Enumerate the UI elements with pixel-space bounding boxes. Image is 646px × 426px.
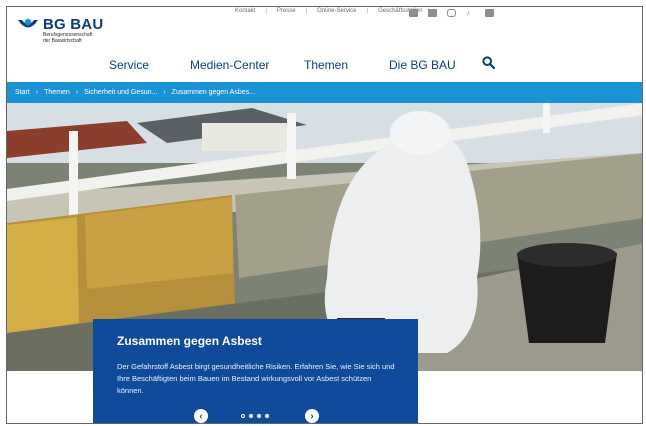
breadcrumb: Start › Themen › Sicherheit und Gesun...… xyxy=(7,82,642,103)
chevron-right-icon: › xyxy=(163,89,166,96)
utility-link-online-service[interactable]: Online-Service xyxy=(317,8,356,14)
chevron-right-icon: › xyxy=(35,89,39,96)
utility-link-kontakt[interactable]: Kontakt xyxy=(235,8,255,14)
chevron-right-icon: › xyxy=(310,410,314,422)
nav-item-themen[interactable]: Themen xyxy=(304,58,348,72)
nav-item-die-bg-bau[interactable]: Die BG BAU xyxy=(389,58,456,72)
utility-links: Kontakt | Presse | Online-Service | Gesc… xyxy=(235,8,422,14)
instagram-icon[interactable] xyxy=(447,9,456,17)
nav-item-service[interactable]: Service xyxy=(109,58,149,72)
logo[interactable]: BG BAU Berufsgenossenschaft der Bauwirts… xyxy=(17,17,103,44)
slider-next-button[interactable]: › xyxy=(305,409,319,423)
slider-dot[interactable] xyxy=(241,414,245,418)
breadcrumb-item-current: Zusammen gegen Asbes... xyxy=(171,89,255,96)
slider-dot[interactable] xyxy=(265,414,269,418)
utility-separator: | xyxy=(366,8,369,14)
facebook-icon[interactable] xyxy=(409,9,418,17)
tiktok-icon[interactable]: ♪ xyxy=(466,9,475,17)
bg-bau-logo-icon xyxy=(18,18,38,28)
logo-brand: BG BAU xyxy=(43,16,104,33)
nav-item-medien-center[interactable]: Medien-Center xyxy=(190,58,269,72)
youtube-icon[interactable] xyxy=(428,9,437,17)
logo-subtitle-2: der Bauwirtschaft xyxy=(43,38,82,44)
search-icon[interactable] xyxy=(482,56,495,69)
chevron-left-icon: ‹ xyxy=(199,410,203,422)
hero-teaser-box: Zusammen gegen Asbest Der Gefahrstoff As… xyxy=(93,319,418,423)
utility-separator: | xyxy=(305,8,308,14)
slider-dot[interactable] xyxy=(257,414,261,418)
utility-separator: | xyxy=(265,8,267,14)
logo-text: BG BAU Berufsgenossenschaft der Bauwirts… xyxy=(43,17,103,44)
slider-dot[interactable] xyxy=(249,414,253,418)
breadcrumb-item-sicherheit[interactable]: Sicherheit und Gesun... xyxy=(84,89,157,96)
slider-prev-button[interactable]: ‹ xyxy=(194,409,208,423)
utility-link-presse[interactable]: Presse xyxy=(277,8,296,14)
main-nav: Service Medien-Center Themen Die BG BAU xyxy=(7,51,642,81)
linkedin-icon[interactable] xyxy=(485,9,494,17)
breadcrumb-item-start[interactable]: Start xyxy=(15,89,30,96)
teaser-title: Zusammen gegen Asbest xyxy=(117,334,262,348)
breadcrumb-item-themen[interactable]: Themen xyxy=(44,89,70,96)
browser-page: Kontakt | Presse | Online-Service | Gesc… xyxy=(6,6,643,424)
social-links: ♪ xyxy=(409,9,494,17)
slider-pagination xyxy=(241,414,269,418)
teaser-text: Der Gefahrstoff Asbest birgt gesundheitl… xyxy=(117,362,395,395)
chevron-right-icon: › xyxy=(75,89,79,96)
